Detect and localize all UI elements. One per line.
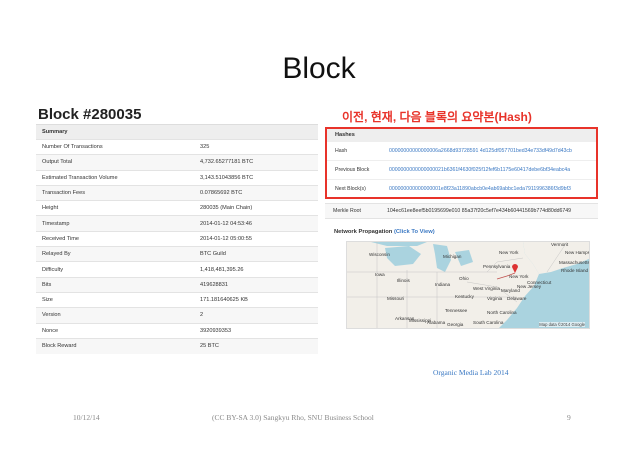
summary-row: Output Total 4,732.65277181 BTC (36, 154, 318, 171)
summary-value: 2 (194, 307, 318, 324)
hash-value-link[interactable]: 00000000000000006a2668d93728591 4d125df0… (389, 148, 572, 154)
map-label: New Hampshire (565, 250, 590, 255)
merkle-row: Merkle Root 104ec61ee8eef5b0195699e010 8… (325, 203, 598, 219)
footer-credit: (CC BY-SA 3.0) Sangkyu Rho, SNU Business… (212, 413, 374, 422)
summary-row: Relayed By BTC Guild (36, 246, 318, 262)
hash-label: Previous Block (335, 167, 370, 173)
hash-row: Next Block(s) 000000000000000001e8f23a118… (327, 179, 596, 198)
summary-row: Height 280035 (Main Chain) (36, 200, 318, 216)
map-label: Kentucky (455, 294, 475, 299)
map-label: Virginia (487, 296, 503, 301)
map-label: Rhode Island (561, 268, 589, 273)
map-label: Indiana (435, 282, 451, 287)
summary-row: Block Reward 25 BTC (36, 337, 318, 354)
map-graphic: WisconsinIowaIllinoisMissouriArkansasMic… (347, 242, 590, 328)
map-label: Maryland (501, 288, 520, 293)
network-propagation-title: Network Propagation (Click To View) (334, 229, 435, 235)
summary-label: Difficulty (36, 261, 194, 278)
map-label: Michigan (443, 254, 462, 259)
hash-row: Previous Block 0000000000000000021b6361f4… (327, 160, 596, 179)
summary-row: Number Of Transactions 325 (36, 138, 318, 155)
summary-label: Bits (36, 276, 194, 293)
summary-header: Summary (36, 124, 318, 140)
network-title-text: Network Propagation (334, 229, 393, 235)
summary-label: Nonce (36, 322, 194, 339)
map-label: New York (509, 274, 529, 279)
summary-label: Estimated Transaction Volume (36, 169, 194, 186)
map-label: Tennessee (445, 308, 468, 313)
summary-body: Number Of Transactions 325 Output Total 4,7… (36, 138, 318, 354)
map-label: New Jersey (517, 284, 542, 289)
map-label: South Carolina (473, 320, 504, 325)
summary-label: Version (36, 307, 194, 324)
summary-label: Received Time (36, 230, 194, 247)
summary-row: Estimated Transaction Volume 3,143.510438… (36, 169, 318, 186)
summary-value: 280035 (Main Chain) (194, 200, 318, 216)
summary-value: 171.181640625 KB (194, 291, 318, 308)
summary-table: Summary Number Of Transactions 325 Output … (36, 124, 318, 354)
summary-label: Size (36, 291, 194, 308)
summary-value: 325 (194, 138, 318, 155)
hash-value-link[interactable]: 000000000000000001e8f23a11890abcb0e4ab69… (389, 186, 571, 192)
summary-label: Output Total (36, 154, 194, 171)
hash-row: Hash 00000000000000006a2668d93728591 4d12… (327, 141, 596, 160)
summary-row: Received Time 2014-01-12 05:00:55 (36, 230, 318, 247)
summary-label: Transaction Fees (36, 184, 194, 201)
merkle-value: 104ec61ee8eef5b0195699e010 85a37f20c5ef7… (387, 208, 572, 214)
summary-row: Size 171.181640625 KB (36, 291, 318, 308)
map-label: Delaware (507, 296, 527, 301)
summary-value: 2014-01-12 04:53:46 (194, 215, 318, 232)
network-map[interactable]: Wisconsin Iowa Illinois Missouri Arkansas Mic… (346, 241, 590, 329)
hash-label: Hash (335, 148, 348, 154)
hash-rows: Hash 00000000000000006a2668d93728591 4d12… (327, 141, 596, 198)
summary-row: Nonce 3920939353 (36, 322, 318, 339)
organic-media-lab: Organic Media Lab 2014 (433, 368, 509, 377)
summary-value[interactable]: BTC Guild (194, 246, 318, 262)
summary-label: Relayed By (36, 246, 194, 262)
summary-label: Number Of Transactions (36, 138, 194, 155)
summary-label: Height (36, 200, 194, 216)
summary-value: 419628831 (194, 276, 318, 293)
summary-label: Timestamp (36, 215, 194, 232)
hash-label: Next Block(s) (335, 186, 366, 192)
map-label: North Carolina (487, 310, 517, 315)
summary-row: Timestamp 2014-01-12 04:53:46 (36, 215, 318, 232)
map-label: Missouri (387, 296, 404, 301)
map-label: Georgia (447, 322, 464, 327)
hashes-box: Hashes Hash 00000000000000006a2668d937285… (325, 127, 598, 199)
map-label: Ohio (459, 276, 469, 281)
map-label: West Virginia (473, 286, 500, 291)
summary-value: 0.07865692 BTC (194, 184, 318, 201)
footer-page-number: 9 (567, 413, 571, 422)
hash-annotation: 이전, 현재, 다음 블록의 요약본(Hash) (342, 110, 532, 124)
slide-title: Block (282, 52, 356, 85)
map-label: Pennsylvania (483, 264, 511, 269)
summary-value: 4,732.65277181 BTC (194, 154, 318, 171)
summary-value: 3920939353 (194, 322, 318, 339)
summary-value: 3,143.51043856 BTC (194, 169, 318, 186)
summary-label: Block Reward (36, 337, 194, 354)
summary-row: Difficulty 1,418,481,395.26 (36, 261, 318, 278)
map-label: Vermont (551, 242, 569, 247)
summary-row: Bits 419628831 (36, 276, 318, 293)
map-label: Massachusetts (559, 260, 590, 265)
summary-value: 2014-01-12 05:00:55 (194, 230, 318, 247)
summary-row: Transaction Fees 0.07865692 BTC (36, 184, 318, 201)
hash-value-link[interactable]: 0000000000000000021b6361f4630f025f12fef6… (389, 167, 570, 173)
block-heading: Block #280035 (38, 106, 142, 123)
map-label: Illinois (397, 278, 410, 283)
merkle-label: Merkle Root (333, 208, 361, 214)
summary-value: 25 BTC (194, 337, 318, 354)
map-credit: Map data ©2014 Google (539, 322, 585, 327)
map-label: Wisconsin (369, 252, 390, 257)
map-label: Alabama (427, 320, 446, 325)
footer-date: 10/12/14 (73, 413, 100, 422)
click-to-view-link[interactable]: (Click To View) (394, 229, 435, 235)
hashes-header: Hashes (327, 129, 596, 141)
map-label: Iowa (375, 272, 385, 277)
summary-row: Version 2 (36, 307, 318, 324)
map-label: New York (499, 250, 519, 255)
summary-value: 1,418,481,395.26 (194, 261, 318, 278)
